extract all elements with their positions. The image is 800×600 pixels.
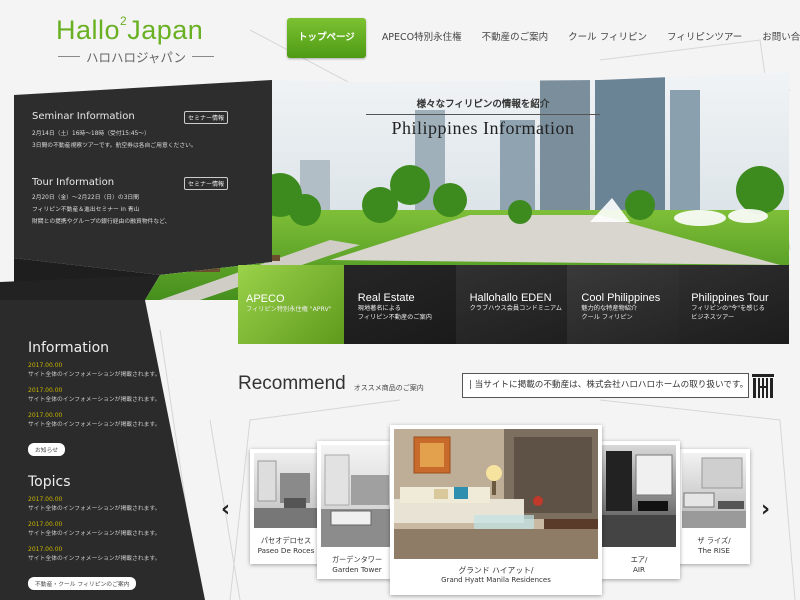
- tour-info-button[interactable]: セミナー情報: [183, 177, 228, 190]
- carousel-prev-arrow[interactable]: ‹: [221, 497, 230, 522]
- seminar-title: Seminar Information: [32, 111, 135, 122]
- main-nav: トップページ APECO特別永住権 不動産のご案内 クール フィリピン フィリピ…: [287, 18, 800, 58]
- recommend-subtitle: オススメ商品のご案内: [353, 384, 424, 392]
- nav-cool-philippines[interactable]: クール フィリピン: [558, 18, 657, 58]
- property-photo: [682, 453, 746, 528]
- logo-wordmark: Hallo2Japan: [56, 14, 204, 45]
- tile-cool-philippines[interactable]: Cool Philippines 魅力的な特産物紹介 クール フィリピン: [567, 265, 680, 344]
- nav-apeco[interactable]: APECO特別永住権: [372, 18, 472, 58]
- property-photo: [321, 445, 393, 547]
- recommend-heading: Recommend オススメ商品のご案内: [238, 373, 424, 395]
- property-card-garden-tower[interactable]: ガーデンタワー Garden Tower: [317, 441, 397, 579]
- list-item[interactable]: 2017.00.00 サイト全体のインフォメーションが掲載されます。: [28, 521, 178, 537]
- list-item[interactable]: 2017.00.00 サイト全体のインフォメーションが掲載されます。: [28, 387, 178, 403]
- list-item[interactable]: 2017.00.00 サイト全体のインフォメーションが掲載されます。: [28, 546, 178, 562]
- logo-subtitle: ハロハロジャパン: [58, 47, 226, 66]
- information-more-button[interactable]: お知らせ: [28, 443, 66, 456]
- tile-apeco[interactable]: APECO フィリピン特別永住権 "APRV": [238, 265, 344, 344]
- list-item[interactable]: 2017.00.00 サイト全体のインフォメーションが掲載されます。: [28, 362, 178, 378]
- hero-subtitle: 様々なフィリピンの情報を紹介: [416, 99, 550, 110]
- nav-real-estate[interactable]: 不動産のご案内: [472, 18, 559, 58]
- tour-title: Tour Information: [32, 177, 115, 188]
- tile-real-estate[interactable]: Real Estate 現地著名による フィリピン不動産のご案内: [343, 265, 456, 344]
- hero-heading: 様々なフィリピンの情報を紹介 Philippines Information: [366, 96, 600, 139]
- nav-top-page[interactable]: トップページ: [287, 18, 366, 58]
- topics-section: Topics 2017.00.00 サイト全体のインフォメーションが掲載されます…: [28, 474, 178, 590]
- seminar-info-button[interactable]: セミナー情報: [183, 111, 228, 124]
- tile-hallohallo-eden[interactable]: Hallohallo EDEN クラブハウス会員コンドミニアム: [455, 265, 568, 344]
- list-item[interactable]: 2017.00.00 サイト全体のインフォメーションが掲載されます。: [28, 412, 178, 428]
- information-section: Information 2017.00.00 サイト全体のインフォメーションが掲…: [28, 340, 178, 456]
- company-building-icon: [752, 374, 774, 398]
- topics-title: Topics: [28, 474, 71, 490]
- recommend-title: Recommend: [238, 373, 346, 394]
- information-title: Information: [28, 340, 110, 356]
- property-card-the-rise[interactable]: ザ ライズ/ The RISE: [678, 449, 750, 564]
- nav-contact[interactable]: お問い合わせ: [752, 18, 800, 58]
- hero-title: Philippines Information: [391, 118, 575, 138]
- list-item[interactable]: 2017.00.00 サイト全体のインフォメーションが掲載されます。: [28, 496, 178, 512]
- tour-info: Tour Information セミナー情報 2月20日（金）〜2月22日（日…: [32, 177, 228, 228]
- category-tiles: APECO フィリピン特別永住権 "APRV" Real Estate 現地著名…: [238, 265, 789, 344]
- seminar-info: Seminar Information セミナー情報 2月14日（土）16時〜1…: [32, 111, 228, 152]
- tour-text: 2月20日（金）〜2月22日（日）の3日間 フィリピン不動産＆進出セミナー in…: [32, 195, 171, 225]
- property-card-grand-hyatt[interactable]: グランド ハイアット/ Grand Hyatt Manila Residence…: [390, 425, 602, 595]
- seminar-text: 2月14日（土）16時〜18時（受付15:45〜） 3日間の不動産視察ツアーです…: [32, 131, 197, 149]
- topics-more-button[interactable]: 不動産・クール フィリピンのご案内: [28, 577, 137, 590]
- property-photo: [602, 445, 676, 547]
- property-photo: [254, 453, 318, 528]
- site-logo[interactable]: Hallo2Japan ハロハロジャパン: [56, 14, 226, 66]
- property-photo: [394, 429, 598, 559]
- property-card-paseo[interactable]: パセオデロセス Paseo De Roces: [250, 449, 322, 564]
- nav-philippines-tour[interactable]: フィリピンツアー: [657, 18, 752, 58]
- recommend-notice: | 当サイトに掲載の不動産は、株式会社ハロハロホームの取り扱いです。: [462, 373, 749, 398]
- tile-philippines-tour[interactable]: Philippines Tour フィリピンの"今"を感じる ビジネスツアー: [679, 265, 789, 344]
- property-card-air[interactable]: エア/ AIR: [598, 441, 680, 579]
- carousel-next-arrow[interactable]: ›: [761, 497, 770, 522]
